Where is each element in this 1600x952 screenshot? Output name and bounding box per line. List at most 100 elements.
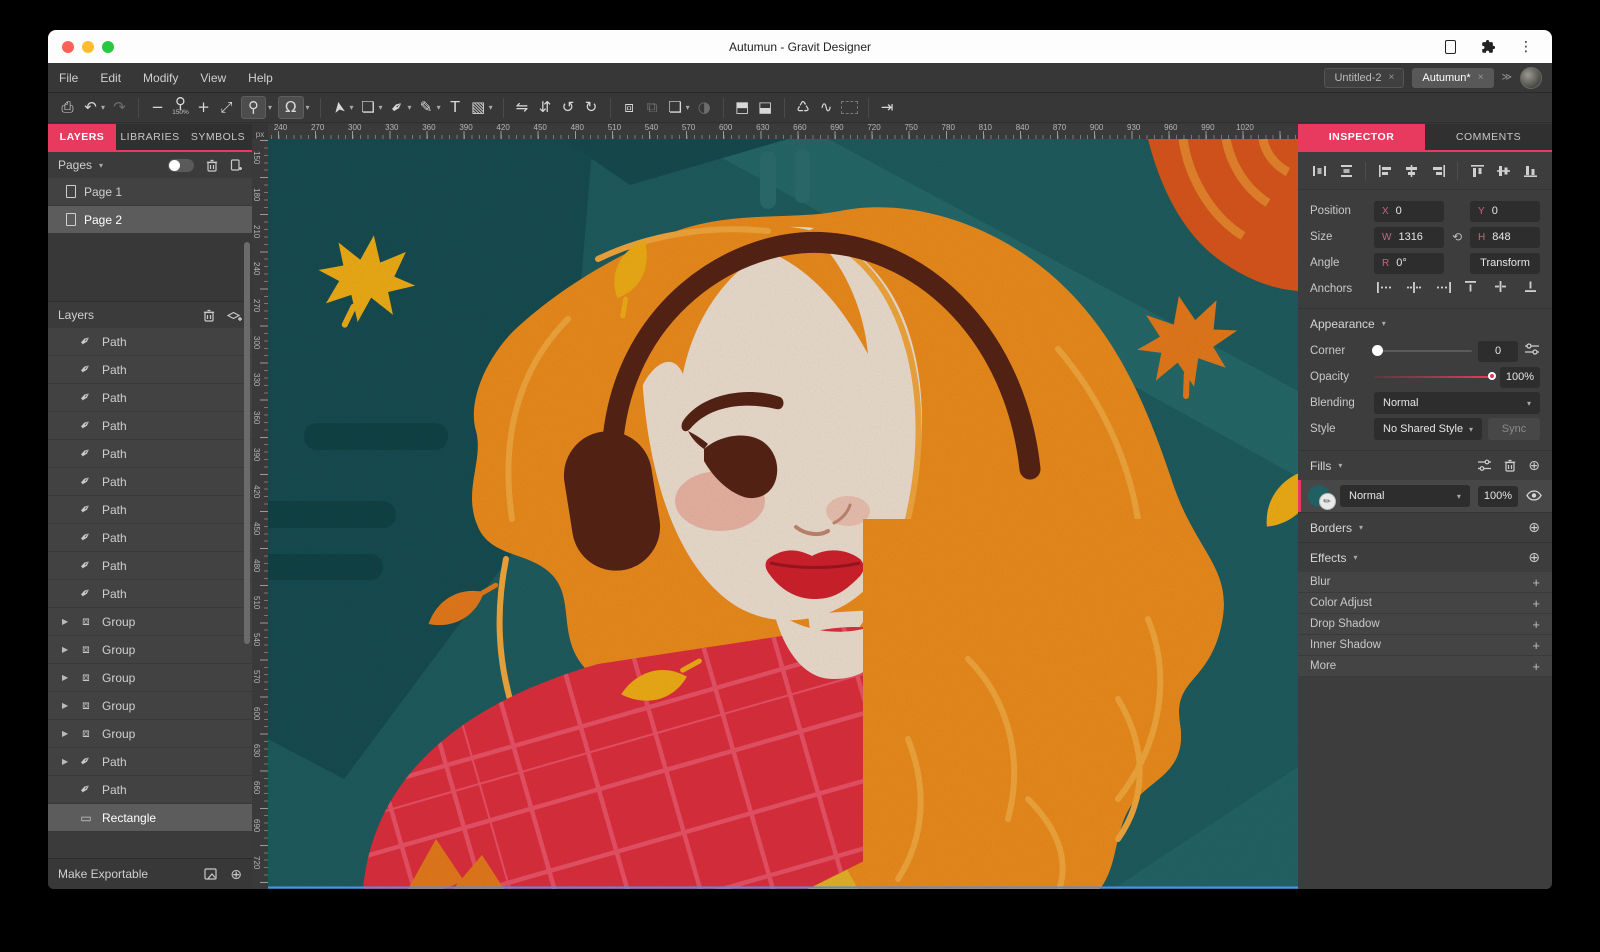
menu-item[interactable]: View [189, 71, 237, 85]
dropdown-caret-icon[interactable]: ▾ [101, 103, 105, 112]
layer-row[interactable]: ▶ ✒ ⧈ ▭ Path [48, 412, 252, 440]
sync-button[interactable]: Sync [1488, 418, 1540, 440]
align-middle-vertical-icon[interactable] [1496, 164, 1511, 178]
expand-arrow-icon[interactable]: ▶ [62, 701, 70, 710]
menu-item[interactable]: Modify [132, 71, 189, 85]
add-effect-icon[interactable]: ⊕ [1528, 549, 1540, 566]
add-effect-plus-icon[interactable]: + [1532, 575, 1540, 590]
document-tab[interactable]: Autumun* × [1412, 68, 1493, 88]
delete-fill-icon[interactable] [1504, 459, 1516, 472]
angle-field[interactable]: R0° [1374, 253, 1444, 274]
add-page-icon[interactable] [230, 159, 242, 172]
layer-row[interactable]: ▶ ✒ ⧈ ▭ Path [48, 496, 252, 524]
vertical-ruler[interactable]: 1501802102402703003303603904204504805105… [252, 139, 268, 889]
fill-blend-select[interactable]: Normal▾ [1340, 485, 1470, 507]
make-exportable-bar[interactable]: Make Exportable ⊕ [48, 858, 252, 889]
fills-header[interactable]: Fills ▾ ⊕ [1298, 450, 1552, 480]
close-tab-icon[interactable]: × [1389, 72, 1395, 83]
size-width-field[interactable]: W1316 [1374, 227, 1444, 248]
menu-item[interactable]: File [48, 71, 89, 85]
anchor-right-icon[interactable] [1436, 280, 1452, 298]
position-x-field[interactable]: X0 [1374, 201, 1444, 222]
panel-tab[interactable]: LAYERS [48, 124, 116, 150]
align-center-horizontal-icon[interactable] [1404, 164, 1419, 178]
canvas-artwork[interactable] [268, 139, 1298, 889]
page-row[interactable]: Page 1 [48, 178, 252, 206]
layer-row[interactable]: ▶ ✒ ⧈ ▭ Group [48, 636, 252, 664]
expand-arrow-icon[interactable]: ▶ [62, 617, 70, 626]
anchor-middle-v-icon[interactable] [1494, 280, 1507, 298]
layer-row[interactable]: ▶ ✒ ⧈ ▭ Path [48, 748, 252, 776]
add-export-icon[interactable]: ⊕ [230, 866, 242, 883]
layer-row[interactable]: ▶ ✒ ⧈ ▭ Path [48, 552, 252, 580]
effect-row[interactable]: More + [1298, 656, 1552, 677]
align-left-icon[interactable] [1378, 164, 1393, 178]
shape-tool-icon[interactable]: ❏ ▾ [360, 100, 383, 115]
select-tool-icon[interactable]: ➤ ▾ [331, 100, 354, 115]
layer-row[interactable]: ▶ ✒ ⧈ ▭ Path [48, 468, 252, 496]
extension-icon[interactable] [1480, 39, 1496, 55]
layer-row[interactable]: ▶ ✒ ⧈ ▭ Path [48, 524, 252, 552]
corner-value-field[interactable]: 0 [1478, 341, 1518, 362]
zoom-out-icon[interactable]: − ▾ [149, 100, 166, 115]
connect-nodes-icon[interactable]: ∿ ▾ [818, 100, 835, 115]
undo-icon[interactable]: ↶ ▾ [82, 100, 105, 115]
expand-arrow-icon[interactable]: ▶ [62, 673, 70, 682]
dropdown-caret-icon[interactable]: ▾ [489, 103, 493, 112]
add-layer-icon[interactable] [227, 309, 242, 322]
inspector-tab[interactable]: COMMENTS [1425, 124, 1552, 150]
add-effect-plus-icon[interactable]: + [1532, 596, 1540, 611]
layer-row[interactable]: ▶ ✒ ⧈ ▭ Path [48, 440, 252, 468]
anchor-bottom-icon[interactable] [1524, 280, 1537, 298]
rotate-cw-icon[interactable]: ↻ ▾ [583, 100, 600, 115]
dropdown-caret-icon[interactable]: ▾ [350, 103, 354, 112]
ungroup-icon[interactable]: ⧉ ▾ [644, 100, 661, 115]
size-height-field[interactable]: H848 [1470, 227, 1540, 248]
menu-item[interactable]: Edit [89, 71, 132, 85]
fill-color-swatch[interactable]: ✎ [1308, 484, 1332, 508]
zoom-tool-icon[interactable]: ⚲ ▾ [241, 96, 272, 119]
add-effect-plus-icon[interactable]: + [1532, 617, 1540, 632]
flip-horizontal-icon[interactable]: ⇋ ▾ [514, 100, 531, 115]
opacity-slider[interactable] [1374, 376, 1494, 378]
image-tool-icon[interactable]: ▧ ▾ [470, 100, 493, 115]
add-effect-plus-icon[interactable]: + [1532, 659, 1540, 674]
style-select[interactable]: No Shared Style▾ [1374, 418, 1482, 440]
flip-vertical-icon[interactable]: ⇵ ▾ [537, 100, 554, 115]
layer-row[interactable]: ▶ ✒ ⧈ ▭ Rectangle [48, 804, 252, 832]
borders-header[interactable]: Borders ▾ ⊕ [1298, 512, 1552, 542]
close-tab-icon[interactable]: × [1478, 72, 1484, 83]
corner-settings-icon[interactable] [1524, 342, 1540, 361]
fill-visibility-icon[interactable] [1526, 489, 1542, 504]
page-row[interactable]: Page 2 [48, 206, 252, 234]
export-image-icon[interactable] [204, 868, 218, 881]
layer-row[interactable]: ▶ ✒ ⧈ ▭ Group [48, 720, 252, 748]
document-tab[interactable]: Untitled-2 × [1324, 68, 1404, 88]
dropdown-caret-icon[interactable]: ▾ [686, 103, 690, 112]
dropdown-caret-icon[interactable]: ▾ [379, 103, 383, 112]
panel-tab[interactable]: LIBRARIES [116, 124, 184, 150]
layer-row[interactable]: ▶ ✒ ⧈ ▭ Path [48, 776, 252, 804]
add-fill-icon[interactable]: ⊕ [1528, 457, 1540, 474]
ruler-unit[interactable]: px [252, 124, 268, 139]
marquee-icon[interactable]: ▾ [841, 101, 858, 114]
snap-icon[interactable]: Ω ▾ [278, 96, 309, 119]
effects-header[interactable]: Effects ▾ ⊕ [1298, 542, 1552, 572]
fit-canvas-icon[interactable]: ⤢ ▾ [218, 100, 235, 115]
dropdown-caret-icon[interactable]: ▾ [268, 103, 272, 112]
transform-button[interactable]: Transform [1470, 253, 1540, 274]
align-top-icon[interactable] [1470, 164, 1485, 178]
fill-options-icon[interactable] [1477, 459, 1492, 472]
mask-icon[interactable]: ◑ ▾ [696, 100, 713, 115]
expand-arrow-icon[interactable]: ▶ [62, 757, 70, 766]
add-effect-plus-icon[interactable]: + [1532, 638, 1540, 653]
export-icon[interactable]: ⇥ ▾ [879, 100, 896, 115]
redo-icon[interactable]: ↷ ▾ [111, 100, 128, 115]
page-info-icon[interactable] [1442, 39, 1458, 55]
rotate-ccw-icon[interactable]: ↺ ▾ [560, 100, 577, 115]
send-backward-icon[interactable]: ⬓ ▾ [757, 100, 774, 115]
layer-row[interactable]: ▶ ✒ ⧈ ▭ Path [48, 384, 252, 412]
pages-caret-icon[interactable]: ▾ [99, 161, 103, 170]
boolean-ops-icon[interactable]: ❏ ▾ [667, 100, 690, 115]
layer-row[interactable]: ▶ ✒ ⧈ ▭ Path [48, 580, 252, 608]
